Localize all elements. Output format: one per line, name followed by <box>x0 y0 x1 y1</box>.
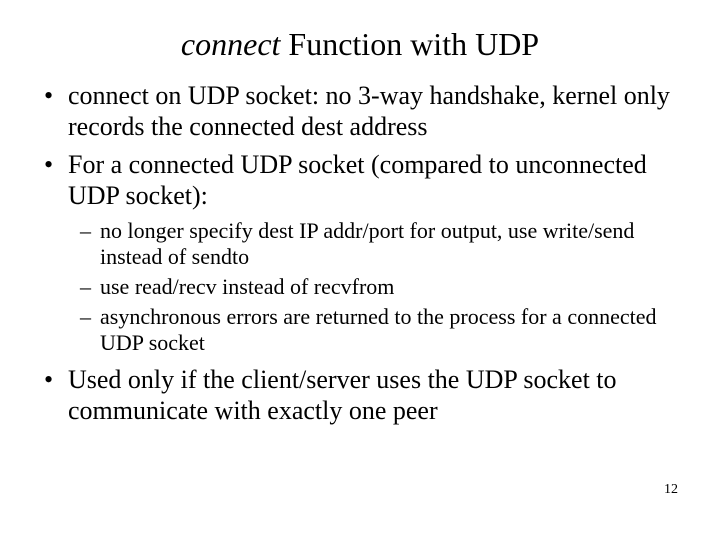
bullet-1-text: connect on UDP socket: no 3-way handshak… <box>68 81 670 141</box>
title-italic: connect <box>181 26 281 62</box>
slide-title: connect Function with UDP <box>40 26 680 63</box>
bullet-3-text: Used only if the client/server uses the … <box>68 365 617 425</box>
sub-bullet-list: no longer specify dest IP addr/port for … <box>78 218 680 356</box>
slide: connect Function with UDP connect on UDP… <box>0 0 720 540</box>
sub-bullet-1-text: no longer specify dest IP addr/port for … <box>100 218 634 269</box>
page-number: 12 <box>664 482 678 498</box>
title-rest: Function with UDP <box>280 26 539 62</box>
sub-bullet-3: asynchronous errors are returned to the … <box>78 304 680 356</box>
bullet-2: For a connected UDP socket (compared to … <box>40 150 680 355</box>
bullet-3: Used only if the client/server uses the … <box>40 365 680 426</box>
sub-bullet-2: use read/recv instead of recvfrom <box>78 274 680 300</box>
bullet-2-text: For a connected UDP socket (compared to … <box>68 150 647 210</box>
sub-bullet-1: no longer specify dest IP addr/port for … <box>78 218 680 270</box>
bullet-list: connect on UDP socket: no 3-way handshak… <box>40 81 680 427</box>
sub-bullet-3-text: asynchronous errors are returned to the … <box>100 304 657 355</box>
sub-bullet-2-text: use read/recv instead of recvfrom <box>100 274 394 299</box>
bullet-1: connect on UDP socket: no 3-way handshak… <box>40 81 680 142</box>
